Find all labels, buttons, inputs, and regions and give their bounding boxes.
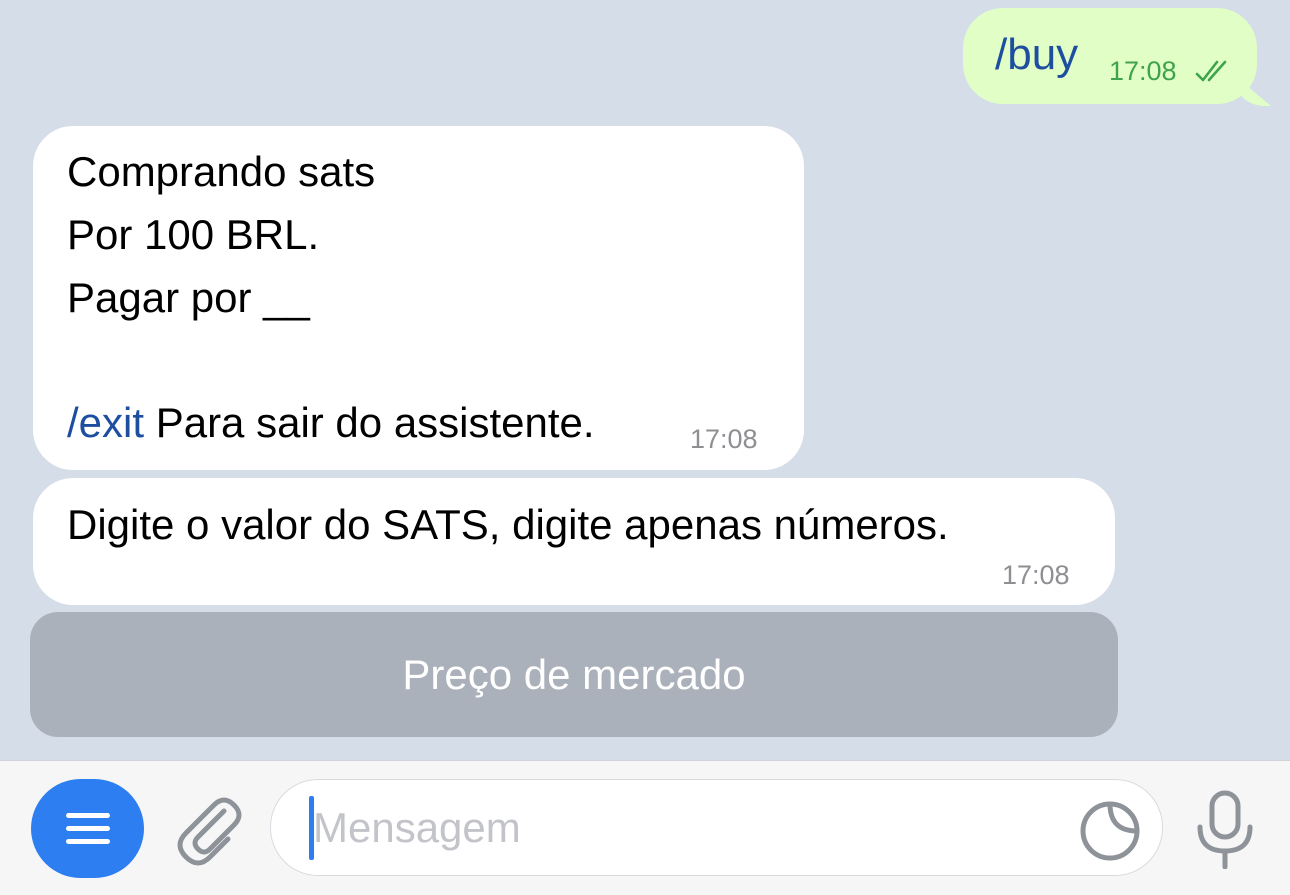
menu-icon <box>66 813 110 818</box>
message-time: 17:08 <box>1109 56 1177 86</box>
message-input[interactable]: Mensagem <box>270 779 1163 876</box>
sticker-icon[interactable] <box>1079 800 1141 862</box>
message-text: /buy <box>995 30 1079 79</box>
chat-area[interactable]: /buy 17:08 Comprando sats Por 100 BRL. P… <box>0 0 1290 760</box>
double-check-icon <box>1195 60 1227 82</box>
message-time: 17:08 <box>690 424 758 454</box>
menu-icon-bar <box>66 826 110 831</box>
outgoing-message-bubble[interactable]: /buy 17:08 <box>963 8 1271 106</box>
message-time: 17:08 <box>1002 560 1070 590</box>
paperclip-icon[interactable] <box>172 789 244 869</box>
command-description: Para sair do assistente. <box>144 399 595 446</box>
menu-button[interactable] <box>31 779 144 878</box>
message-line: /exit Para sair do assistente. <box>67 399 595 447</box>
exit-command-link[interactable]: /exit <box>67 399 144 446</box>
message-line: Por 100 BRL. <box>67 211 320 258</box>
input-placeholder: Mensagem <box>313 804 521 851</box>
message-line: Comprando sats <box>67 148 376 195</box>
incoming-message-bubble[interactable]: Comprando sats Por 100 BRL. Pagar por __… <box>33 126 804 470</box>
market-price-button[interactable]: Preço de mercado <box>30 612 1118 737</box>
message-text: Digite o valor do SATS, digite apenas nú… <box>67 501 949 548</box>
message-line: Pagar por __ <box>67 274 310 321</box>
menu-icon-bar <box>66 839 110 844</box>
incoming-message-bubble[interactable]: Digite o valor do SATS, digite apenas nú… <box>33 478 1115 605</box>
message-input-bar: Mensagem <box>0 760 1290 895</box>
bubble-tail <box>1235 76 1271 106</box>
microphone-icon[interactable] <box>1192 789 1258 869</box>
